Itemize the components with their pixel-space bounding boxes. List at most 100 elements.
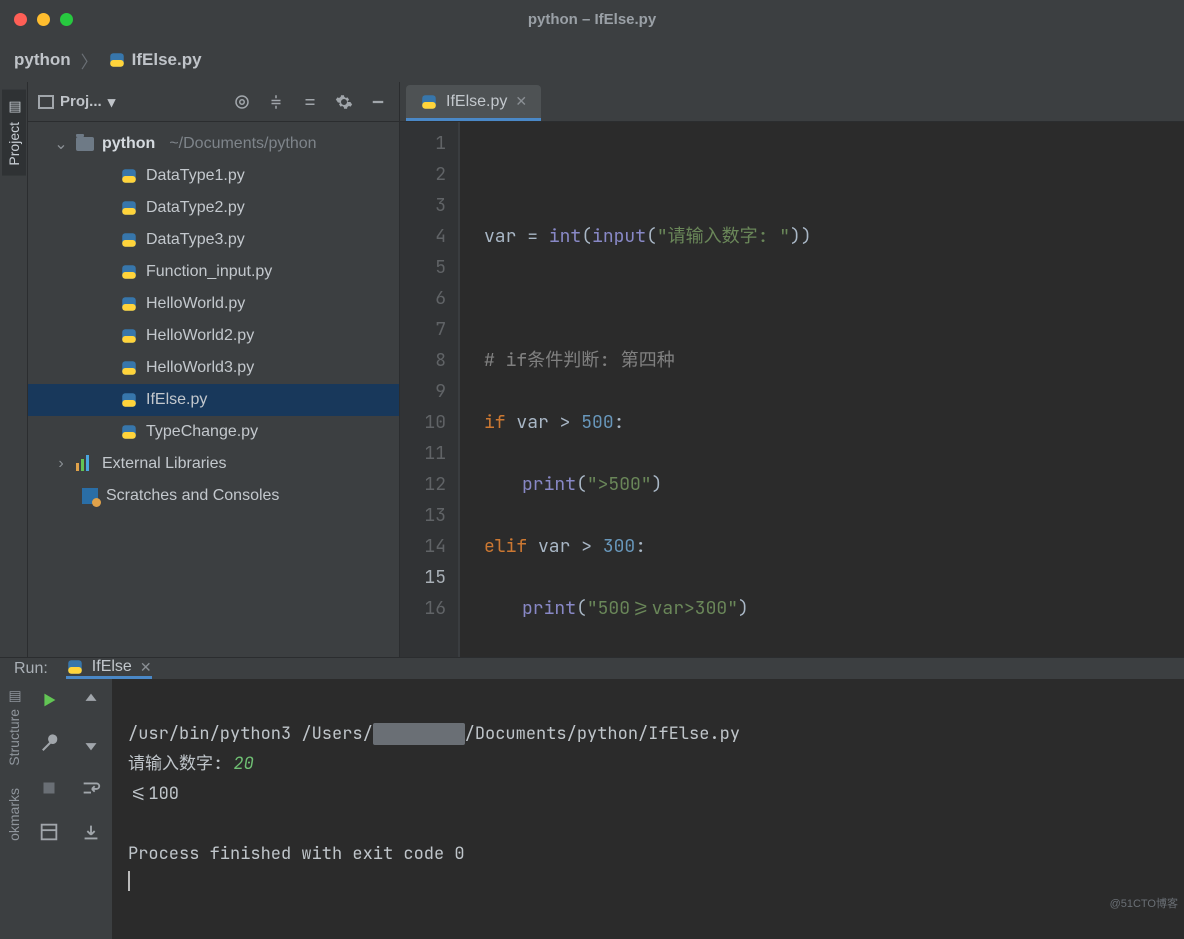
line-number: 7 [400, 314, 446, 345]
tree-file[interactable]: DataType2.py [28, 192, 399, 224]
code-content[interactable]: var = int(input("请输入数字: ")) # if条件判断: 第四… [460, 122, 1184, 657]
editor-area: IfElse.py ✕ 1 2 3 4 5 6 7 8 9 10 11 12 1… [400, 82, 1184, 657]
minimize-window-button[interactable] [37, 13, 50, 26]
structure-tool-tab[interactable]: Structure ▤ [4, 683, 24, 772]
wrench-icon[interactable] [38, 733, 60, 755]
console-user-input: 20 [233, 753, 253, 775]
stop-icon[interactable] [38, 777, 60, 799]
code-line: elif var > 100: [484, 655, 1184, 657]
project-tool-tab[interactable]: Project ▤ [2, 90, 26, 176]
scratches-icon [82, 488, 98, 504]
file-label: Function_input.py [146, 263, 272, 281]
chevron-right-icon: 〉 [81, 48, 98, 73]
code-line [484, 283, 1184, 314]
project-rail-icon: ▤ [6, 100, 22, 116]
breadcrumb-file[interactable]: IfElse.py [108, 50, 202, 70]
run-toolbar-secondary [70, 679, 112, 939]
file-label: HelloWorld3.py [146, 359, 254, 377]
code-line: print(">500") [484, 469, 1184, 500]
line-number: 4 [400, 221, 446, 252]
tree-file[interactable]: Function_input.py [28, 256, 399, 288]
line-number: 1 [400, 128, 446, 159]
watermark: @51CTO博客 [1110, 895, 1178, 911]
select-opened-file-icon[interactable] [231, 91, 253, 113]
project-panel-title[interactable]: Proj... ▾ [38, 93, 219, 111]
close-run-tab-icon[interactable]: ✕ [140, 659, 152, 676]
structure-label: Structure [6, 709, 22, 766]
redacted-username: xxxxxxxxx [373, 723, 465, 745]
console-cursor [128, 871, 130, 891]
console-exit-line: Process finished with exit code 0 [128, 843, 465, 865]
code-line: var = int(input("请输入数字: ")) [484, 221, 1184, 252]
project-panel: Proj... ▾ ⌄ python ~/Documents/python Da… [28, 82, 400, 657]
tree-file[interactable]: DataType1.py [28, 160, 399, 192]
tree-file[interactable]: DataType3.py [28, 224, 399, 256]
run-toolbar-primary [28, 679, 70, 939]
project-view-icon [38, 95, 54, 109]
line-number: 11 [400, 438, 446, 469]
line-number: 16 [400, 593, 446, 624]
console-prompt: 请输入数字: 20 [128, 753, 254, 775]
code-line: # if条件判断: 第四种 [484, 345, 1184, 376]
layout-icon[interactable] [38, 821, 60, 843]
python-file-icon [120, 199, 138, 217]
python-file-icon [120, 231, 138, 249]
console-output[interactable]: /usr/bin/python3 /Users/xxxxxxxxx/Docume… [112, 679, 1184, 939]
project-tool-label: Project [6, 122, 22, 166]
editor-tab-label: IfElse.py [446, 93, 507, 111]
run-body: Structure ▤ okmarks /usr/bin/python3 /Us… [0, 679, 1184, 939]
collapse-all-icon[interactable] [299, 91, 321, 113]
close-window-button[interactable] [14, 13, 27, 26]
python-file-icon [120, 327, 138, 345]
scroll-down-icon[interactable] [80, 733, 102, 755]
line-number: 9 [400, 376, 446, 407]
file-label: DataType3.py [146, 231, 245, 249]
console-command: /usr/bin/python3 /Users/xxxxxxxxx/Docume… [128, 723, 740, 745]
rerun-icon[interactable] [38, 689, 60, 711]
line-number: 10 [400, 407, 446, 438]
project-root-folder[interactable]: ⌄ python ~/Documents/python [28, 128, 399, 160]
run-tab[interactable]: IfElse ✕ [66, 658, 152, 679]
expand-all-icon[interactable] [265, 91, 287, 113]
titlebar: python – IfElse.py [0, 0, 1184, 38]
scroll-to-end-icon[interactable] [80, 821, 102, 843]
code-line: elif var > 300: [484, 531, 1184, 562]
soft-wrap-icon[interactable] [80, 777, 102, 799]
code-line [484, 159, 1184, 190]
maximize-window-button[interactable] [60, 13, 73, 26]
run-panel: Run: IfElse ✕ Structure ▤ okmarks /usr/b… [0, 657, 1184, 915]
code-editor[interactable]: 1 2 3 4 5 6 7 8 9 10 11 12 13 14 15 16 v… [400, 122, 1184, 657]
tree-file-selected[interactable]: IfElse.py [28, 384, 399, 416]
file-label: DataType2.py [146, 199, 245, 217]
scratches-label: Scratches and Consoles [106, 487, 279, 505]
python-run-icon [66, 658, 84, 676]
scratches-consoles-node[interactable]: Scratches and Consoles [28, 480, 399, 512]
tree-file[interactable]: TypeChange.py [28, 416, 399, 448]
breadcrumb-root[interactable]: python [14, 50, 71, 70]
scroll-up-icon[interactable] [80, 689, 102, 711]
python-file-icon [120, 263, 138, 281]
line-number: 2 [400, 159, 446, 190]
external-libraries-label: External Libraries [102, 455, 227, 473]
python-file-icon [120, 167, 138, 185]
file-label: DataType1.py [146, 167, 245, 185]
project-panel-header: Proj... ▾ [28, 82, 399, 122]
tree-file[interactable]: HelloWorld.py [28, 288, 399, 320]
python-file-icon [120, 359, 138, 377]
bookmarks-tool-tab[interactable]: okmarks [4, 782, 24, 847]
hide-panel-icon[interactable] [367, 91, 389, 113]
python-file-icon [120, 391, 138, 409]
python-file-icon [108, 51, 126, 69]
left-tool-rail: Project ▤ [0, 82, 28, 657]
line-number: 14 [400, 531, 446, 562]
tree-file[interactable]: HelloWorld3.py [28, 352, 399, 384]
tree-file[interactable]: HelloWorld2.py [28, 320, 399, 352]
editor-tab-ifelse[interactable]: IfElse.py ✕ [406, 85, 541, 121]
line-number-current: 15 [400, 562, 446, 593]
external-libraries-node[interactable]: › External Libraries [28, 448, 399, 480]
settings-icon[interactable] [333, 91, 355, 113]
line-number: 13 [400, 500, 446, 531]
file-label: IfElse.py [146, 391, 207, 409]
close-tab-icon[interactable]: ✕ [515, 93, 527, 110]
project-panel-title-label: Proj... [60, 93, 102, 110]
